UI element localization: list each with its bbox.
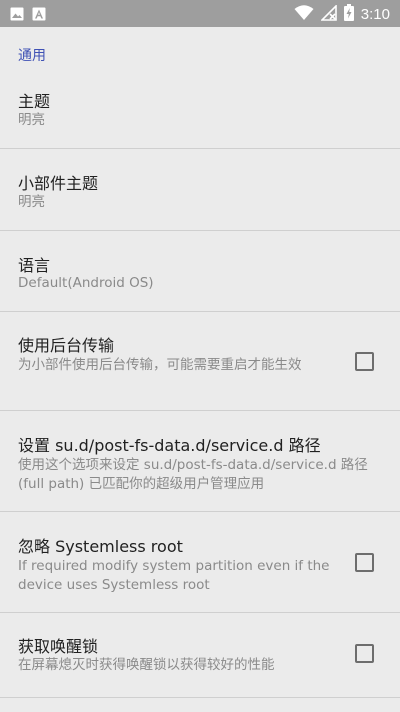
pref-background-transfer-summary: 为小部件使用后台传输，可能需要重启才能生效	[18, 357, 302, 373]
section-header-general: 通用	[18, 48, 46, 64]
wakelock-checkbox[interactable]	[355, 644, 374, 663]
pref-language-summary: Default(Android OS)	[18, 275, 154, 291]
pref-background-transfer-title: 使用后台传输	[18, 336, 115, 355]
a-icon	[32, 6, 46, 25]
pref-wakelock-summary: 在屏幕熄灭时获得唤醒锁以获得较好的性能	[18, 657, 275, 673]
pref-ignore-systemless-title: 忽略 Systemless root	[18, 537, 183, 556]
ignore-systemless-checkbox[interactable]	[355, 553, 374, 572]
pref-widget-theme[interactable]: 小部件主题 明亮	[0, 149, 400, 230]
divider	[0, 697, 400, 698]
pref-theme-summary: 明亮	[18, 112, 45, 128]
pref-background-transfer[interactable]: 使用后台传输 为小部件使用后台传输，可能需要重启才能生效	[0, 312, 400, 410]
status-bar: 3:10	[0, 0, 400, 27]
pref-language-title: 语言	[18, 256, 51, 275]
battery-charging-icon	[343, 4, 354, 25]
wifi-icon	[294, 4, 314, 25]
status-time: 3:10	[360, 5, 390, 23]
pref-widget-theme-summary: 明亮	[18, 194, 45, 210]
pref-theme[interactable]: 主题 明亮	[0, 70, 400, 148]
pref-su-path-title: 设置 su.d/post-fs-data.d/service.d 路径	[18, 436, 321, 455]
pref-ignore-systemless-summary: If required modify system partition even…	[18, 558, 330, 593]
pref-su-path[interactable]: 设置 su.d/post-fs-data.d/service.d 路径 使用这个…	[0, 411, 400, 511]
pref-wakelock-title: 获取唤醒锁	[18, 637, 99, 656]
pref-wakelock[interactable]: 获取唤醒锁 在屏幕熄灭时获得唤醒锁以获得较好的性能	[0, 613, 400, 697]
no-signal-icon	[319, 3, 337, 25]
background-transfer-checkbox[interactable]	[355, 352, 374, 371]
pref-su-path-summary: 使用这个选项来设定 su.d/post-fs-data.d/service.d …	[18, 457, 368, 492]
pref-ignore-systemless[interactable]: 忽略 Systemless root If required modify sy…	[0, 512, 400, 612]
pref-widget-theme-title: 小部件主题	[18, 174, 99, 193]
image-icon	[10, 6, 24, 25]
pref-language[interactable]: 语言 Default(Android OS)	[0, 231, 400, 311]
pref-theme-title: 主题	[18, 92, 51, 111]
